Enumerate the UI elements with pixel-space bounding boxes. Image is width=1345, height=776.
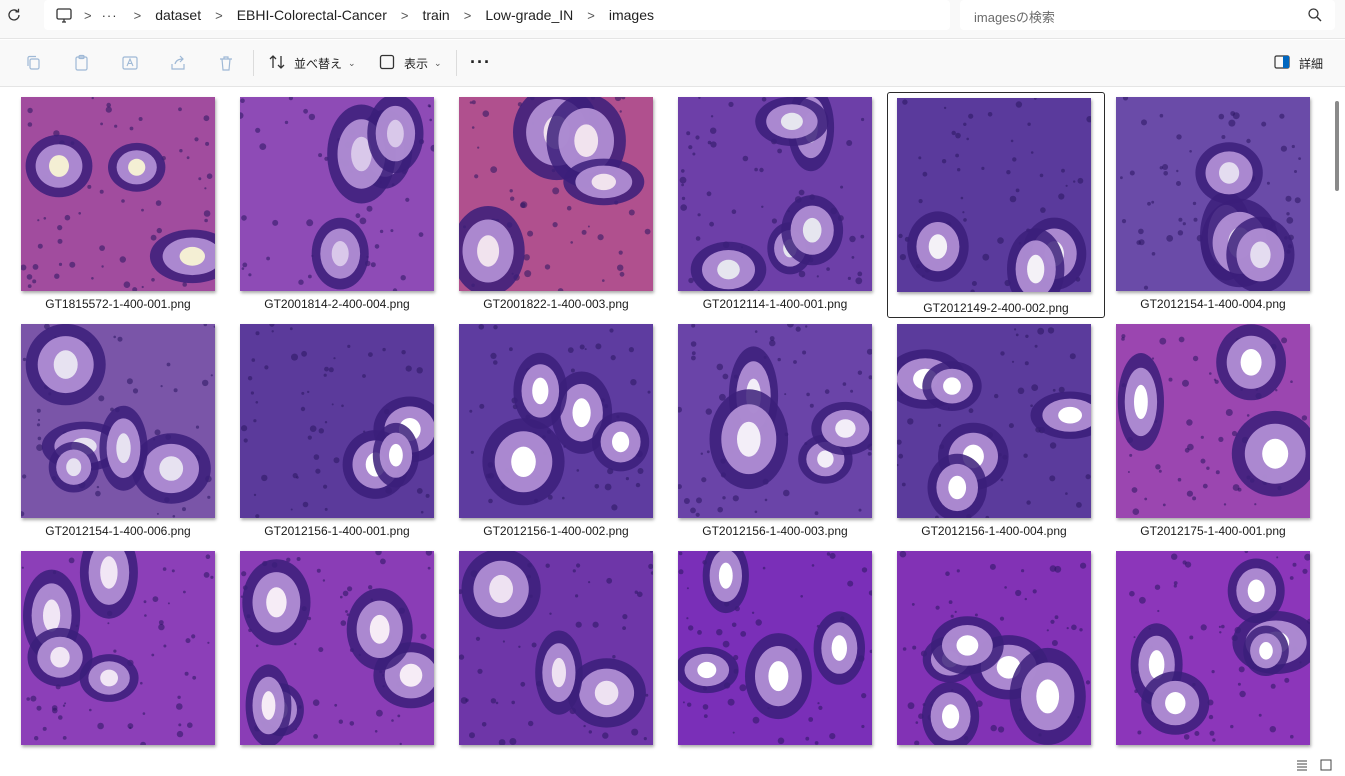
file-item[interactable]: GT2012156-1-400-004.png	[894, 321, 1112, 547]
details-pane-icon	[1273, 53, 1291, 74]
share-icon[interactable]	[168, 53, 188, 73]
file-name: GT1815572-1-400-001.png	[45, 297, 191, 311]
this-pc-icon[interactable]	[54, 5, 74, 25]
file-name: GT2012156-1-400-002.png	[483, 524, 629, 538]
image-thumbnail	[678, 97, 872, 291]
image-thumbnail	[21, 551, 215, 745]
chevron-right-icon: >	[84, 7, 92, 23]
file-item[interactable]	[18, 548, 236, 755]
search-box[interactable]: imagesの検索	[960, 0, 1335, 30]
file-item[interactable]	[456, 548, 674, 755]
search-icon[interactable]	[1307, 7, 1323, 23]
file-item[interactable]	[1113, 548, 1330, 755]
rename-icon[interactable]	[120, 53, 140, 73]
chevron-right-icon: >	[400, 7, 409, 23]
toolbar-divider	[253, 50, 254, 76]
file-item[interactable]: GT2012156-1-400-001.png	[237, 321, 455, 547]
image-thumbnail	[897, 98, 1091, 292]
more-options-button[interactable]: ···	[470, 52, 491, 73]
file-name: GT2012156-1-400-004.png	[921, 524, 1067, 538]
file-grid: GT1815572-1-400-001.png GT2001814-2-400-0…	[0, 87, 1330, 755]
image-thumbnail	[21, 324, 215, 518]
address-bar: > ··· > dataset > EBHI-Colorectal-Cancer…	[0, 0, 1345, 39]
image-thumbnail	[459, 551, 653, 745]
file-item[interactable]: GT2012156-1-400-003.png	[675, 321, 893, 547]
breadcrumb-item-train[interactable]: train	[418, 7, 453, 23]
image-thumbnail	[897, 324, 1091, 518]
image-thumbnail	[240, 551, 434, 745]
view-button[interactable]: 表示 ⌄	[378, 50, 442, 76]
file-name: GT2012154-1-400-004.png	[1140, 297, 1286, 311]
view-icon	[378, 53, 396, 74]
copy-icon[interactable]	[24, 53, 44, 73]
file-item[interactable]: GT1815572-1-400-001.png	[18, 94, 236, 320]
file-item[interactable]	[894, 548, 1112, 755]
file-name: GT2001822-1-400-003.png	[483, 297, 629, 311]
chevron-right-icon: >	[133, 7, 142, 23]
image-thumbnail	[240, 324, 434, 518]
large-icons-view-icon[interactable]	[1320, 758, 1332, 771]
file-name: GT2012149-2-400-002.png	[923, 301, 1069, 315]
file-item[interactable]: GT2012149-2-400-002.png	[887, 92, 1105, 318]
breadcrumb-item-ebhi[interactable]: EBHI-Colorectal-Cancer	[233, 7, 391, 23]
sort-button[interactable]: 並べ替え ⌄	[268, 50, 356, 76]
image-thumbnail	[1116, 97, 1310, 291]
command-bar: 並べ替え ⌄ 表示 ⌄ ··· 詳細	[0, 40, 1345, 87]
refresh-icon[interactable]	[4, 5, 24, 25]
file-item[interactable]: GT2012156-1-400-002.png	[456, 321, 674, 547]
file-name: GT2012175-1-400-001.png	[1140, 524, 1286, 538]
file-item[interactable]	[237, 548, 455, 755]
details-pane-button[interactable]: 詳細	[1273, 53, 1323, 74]
chevron-down-icon: ⌄	[434, 57, 442, 68]
delete-icon[interactable]	[216, 53, 236, 73]
breadcrumb[interactable]: > ··· > dataset > EBHI-Colorectal-Cancer…	[44, 0, 950, 30]
breadcrumb-item-low-grade[interactable]: Low-grade_IN	[481, 7, 577, 23]
sort-icon	[268, 53, 286, 74]
image-thumbnail	[1116, 551, 1310, 745]
image-thumbnail	[240, 97, 434, 291]
image-thumbnail	[678, 551, 872, 745]
image-thumbnail	[459, 97, 653, 291]
file-item[interactable]: GT2012154-1-400-006.png	[18, 321, 236, 547]
search-input[interactable]: imagesの検索	[974, 7, 1055, 26]
breadcrumb-overflow[interactable]: ···	[102, 8, 124, 23]
file-name: GT2012156-1-400-001.png	[264, 524, 410, 538]
toolbar-divider	[456, 50, 457, 76]
chevron-right-icon: >	[215, 7, 223, 23]
file-name: GT2012156-1-400-003.png	[702, 524, 848, 538]
image-thumbnail	[21, 97, 215, 291]
file-item[interactable]: GT2001822-1-400-003.png	[456, 94, 674, 320]
image-thumbnail	[897, 551, 1091, 745]
breadcrumb-item-dataset[interactable]: dataset	[151, 7, 205, 23]
breadcrumb-item-images[interactable]: images	[605, 7, 658, 23]
file-item[interactable]: GT2012154-1-400-004.png	[1113, 94, 1330, 320]
file-name: GT2012154-1-400-006.png	[45, 524, 191, 538]
paste-icon[interactable]	[72, 53, 92, 73]
chevron-down-icon: ⌄	[348, 57, 356, 68]
image-thumbnail	[459, 324, 653, 518]
file-item[interactable]	[675, 548, 893, 755]
image-thumbnail	[678, 324, 872, 518]
image-thumbnail	[1116, 324, 1310, 518]
file-item[interactable]: GT2012114-1-400-001.png	[675, 94, 893, 320]
chevron-right-icon: >	[463, 7, 472, 23]
chevron-right-icon: >	[587, 7, 595, 23]
details-label: 詳細	[1298, 57, 1323, 71]
sort-label: 並べ替え	[294, 56, 343, 71]
file-item[interactable]: GT2001814-2-400-004.png	[237, 94, 455, 320]
status-bar	[0, 755, 1345, 772]
file-item[interactable]: GT2012175-1-400-001.png	[1113, 321, 1330, 547]
file-name: GT2012114-1-400-001.png	[702, 297, 848, 311]
scrollbar-thumb[interactable]	[1335, 101, 1339, 191]
details-view-icon[interactable]	[1296, 758, 1308, 771]
vertical-scrollbar[interactable]	[1330, 87, 1345, 755]
view-label: 表示	[404, 56, 429, 71]
file-name: GT2001814-2-400-004.png	[264, 297, 410, 311]
